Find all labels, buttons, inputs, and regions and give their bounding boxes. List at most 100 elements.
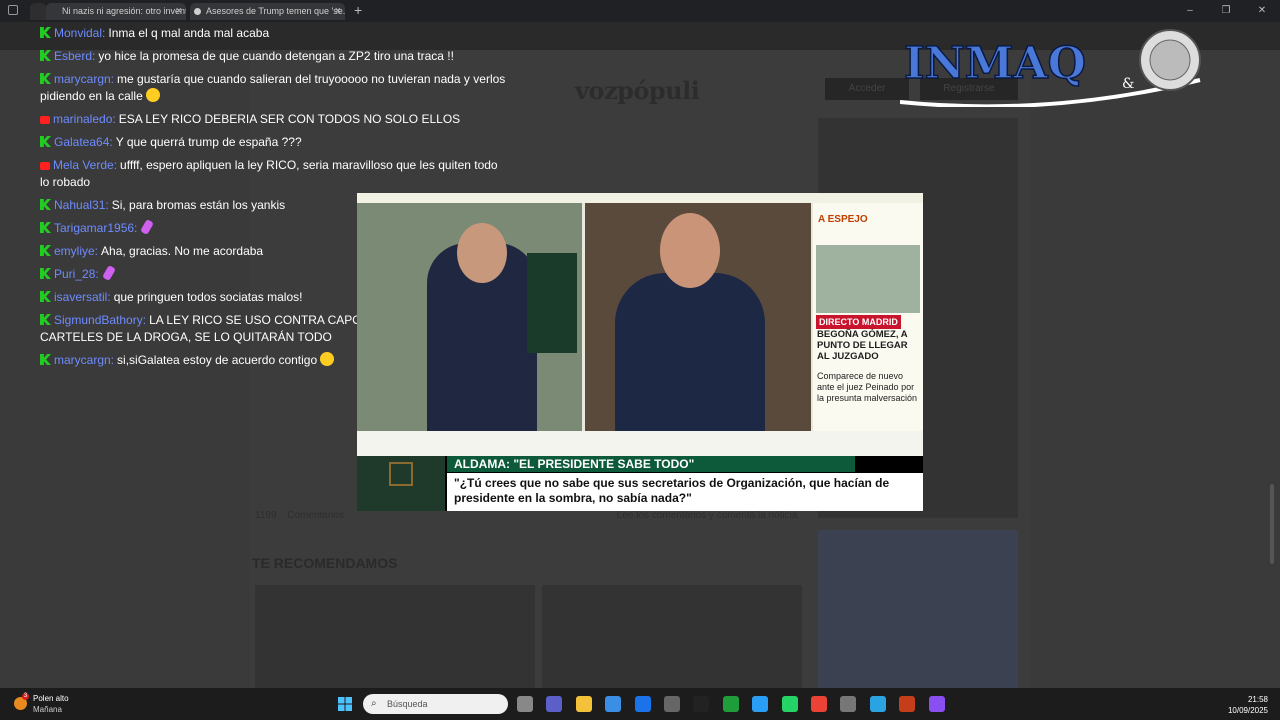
kick-icon — [40, 199, 51, 210]
chat-text: si,siGalatea estoy de acuerdo contigo — [117, 353, 318, 367]
login-button[interactable]: Acceder — [825, 78, 909, 100]
app-purple-icon[interactable] — [928, 696, 945, 712]
browser-menu-icon[interactable] — [8, 5, 18, 15]
app-circle-icon[interactable] — [664, 696, 680, 712]
comments-bar[interactable]: 1199 Comentarios Lee los comentarios y c… — [255, 510, 797, 521]
chat-username: marycargn: — [54, 72, 115, 86]
recommend-heading: TE RECOMENDAMOS — [252, 555, 398, 571]
news-headline: BEGOÑA GÓMEZ, A PUNTO DE LLEGAR AL JUZGA… — [817, 329, 908, 362]
store-icon[interactable] — [605, 696, 622, 712]
chat-message: Esberd: yo hice la promesa de que cuando … — [40, 48, 510, 65]
telegram-icon[interactable] — [869, 696, 886, 712]
site-logo[interactable]: vozpópuli — [575, 76, 700, 105]
chat-text: Inma el q mal anda mal acaba — [108, 26, 270, 40]
recommended-thumbnail[interactable] — [542, 585, 802, 688]
chat-text: que pringuen todos sociatas malos! — [113, 290, 303, 304]
system-clock[interactable]: 21:58 10/09/2025 — [1228, 694, 1268, 716]
inmaq-logo-text: INMAQ — [904, 38, 1086, 89]
teams-icon[interactable] — [546, 696, 563, 712]
chrome-icon[interactable] — [811, 696, 827, 712]
chat-username: emyliye: — [54, 244, 99, 258]
windows-taskbar: 3 Polen alto Mañana ⌕ Búsqueda 21:58 10/… — [0, 688, 1280, 720]
youtube-icon — [40, 116, 50, 124]
windows-start-icon[interactable] — [338, 697, 352, 711]
new-tab-button[interactable]: + — [354, 2, 362, 18]
kick-icon — [40, 222, 51, 233]
whatsapp-icon[interactable] — [781, 696, 798, 712]
chat-username: SigmundBathory: — [54, 313, 147, 327]
app-green-icon[interactable] — [722, 696, 739, 712]
kick-icon — [40, 50, 51, 61]
chat-username: Nahual31: — [54, 198, 109, 212]
tab-ok[interactable]: ok — [30, 3, 46, 20]
search-icon: ⌕ — [371, 698, 377, 709]
kick-icon — [40, 314, 51, 325]
chat-message: Monvidal: Inma el q mal anda mal acaba — [40, 25, 510, 42]
chat-username: Esberd: — [54, 49, 96, 63]
powerpoint-icon[interactable] — [899, 696, 916, 712]
chat-message: marycargn: me gustaría que cuando saliera… — [40, 71, 510, 105]
kick-icon — [40, 27, 51, 38]
inmaq-ampersand: & — [1122, 76, 1134, 92]
close-window-button[interactable]: ✕ — [1244, 0, 1280, 22]
inmaq-logo: INMAQ & — [900, 29, 1201, 107]
kick-icon — [40, 136, 51, 147]
emoji-icon — [145, 88, 160, 102]
chat-username: Tarigamar1956: — [54, 221, 138, 235]
tab-favicon-icon — [194, 8, 201, 15]
chat-username: Galatea64: — [54, 135, 113, 149]
chat-username: isaversatil: — [54, 290, 111, 304]
side-advertisement-o2[interactable] — [818, 530, 1018, 688]
feather-emote-icon — [140, 218, 155, 236]
task-view-icon[interactable] — [517, 696, 533, 712]
emoji-icon — [320, 352, 335, 366]
video-frame-right — [585, 203, 811, 431]
kick-icon — [40, 354, 51, 365]
chat-username: Monvidal: — [54, 26, 106, 40]
close-icon[interactable]: × — [335, 3, 341, 20]
app-dark-icon[interactable] — [693, 696, 710, 712]
chat-text: Aha, gracias. No me acordaba — [101, 244, 264, 258]
live-label: DIRECTO MADRID — [816, 315, 901, 329]
close-icon[interactable]: × — [176, 3, 182, 20]
kick-icon — [40, 73, 51, 84]
tab-asesores-trump[interactable]: Asesores de Trump temen que 'se... × — [190, 3, 345, 20]
video-frame-left — [357, 203, 582, 431]
kick-icon — [40, 291, 51, 302]
news-subtitle: Comparece de nuevo ante el juez Peinado … — [817, 371, 918, 403]
kick-icon — [40, 245, 51, 256]
weather-badge: 3 — [22, 693, 29, 700]
chat-message: marinaledo: ESA LEY RICO DEBERIA SER CON … — [40, 111, 510, 128]
app-gray-icon[interactable] — [840, 696, 857, 712]
chat-text: ESA LEY RICO DEBERIA SER CON TODOS NO SO… — [118, 112, 461, 126]
chat-username: Puri_28: — [54, 267, 99, 281]
chat-message: Galatea64: Y que querrá trump de españa ?… — [40, 134, 510, 151]
maximize-button[interactable]: ❐ — [1208, 0, 1244, 22]
chat-username: Mela Verde: — [53, 158, 118, 172]
chat-username: marinaledo: — [53, 112, 116, 126]
browser-tab-bar: ok Ni nazis ni agresión: otro invento...… — [0, 0, 1280, 22]
chat-message: Mela Verde: uffff, espero apliquen la ley… — [40, 157, 510, 191]
chat-username: marycargn: — [54, 353, 115, 367]
chat-text: Y que querrá trump de españa ??? — [115, 135, 302, 149]
outlook-icon[interactable] — [634, 696, 651, 712]
video-news-sidebar: A ESPEJO DIRECTO MADRID BEGOÑA GÓMEZ, A … — [813, 203, 923, 431]
news-photo — [816, 245, 920, 313]
recommended-thumbnail[interactable] — [255, 585, 535, 688]
video-quote: "¿Tú crees que no sabe que sus secretari… — [447, 473, 923, 511]
video-banner: ALDAMA: "EL PRESIDENTE SABE TODO" — [447, 456, 855, 472]
chat-text: yo hice la promesa de que cuando detenga… — [98, 49, 454, 63]
youtube-icon — [40, 162, 50, 170]
scrollbar[interactable] — [1268, 44, 1276, 710]
kick-icon — [40, 268, 51, 279]
window-controls: – ❐ ✕ — [1172, 0, 1280, 22]
file-explorer-icon[interactable] — [575, 696, 592, 712]
video-player[interactable]: A ESPEJO DIRECTO MADRID BEGOÑA GÓMEZ, A … — [357, 193, 923, 511]
channel-logo — [357, 456, 445, 511]
tab-ni-nazis[interactable]: Ni nazis ni agresión: otro invento... × — [46, 3, 186, 20]
feather-emote-icon — [101, 264, 116, 282]
edge-icon[interactable] — [752, 696, 769, 712]
minimize-button[interactable]: – — [1172, 0, 1208, 22]
chat-text: Si, para bromas están los yankis — [111, 198, 286, 212]
taskbar-search[interactable]: ⌕ Búsqueda — [363, 694, 508, 714]
